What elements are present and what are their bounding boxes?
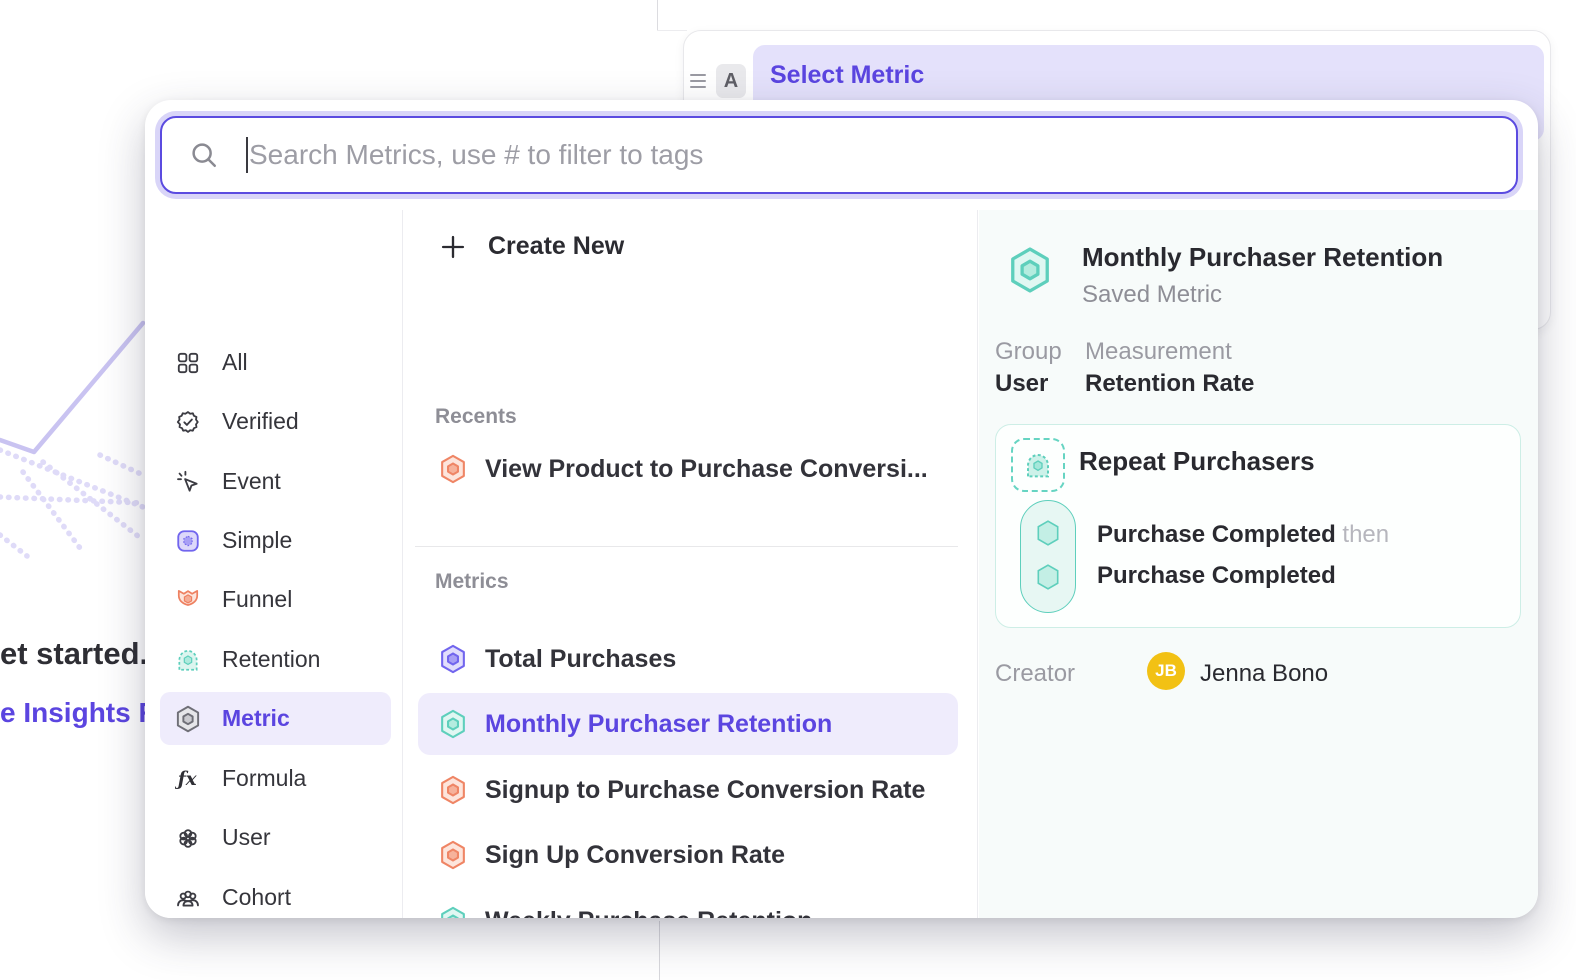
simple-hexagon-icon — [439, 644, 467, 674]
user-cluster-icon — [175, 825, 201, 851]
svg-text:ƒx: ƒx — [175, 768, 198, 789]
sidebar-item-metric[interactable]: Metric — [160, 692, 391, 745]
retention-metric-icon — [175, 647, 201, 673]
recent-item[interactable]: View Product to Purchase Conversi... — [418, 438, 958, 500]
sidebar-item-retention[interactable]: Retention — [160, 633, 391, 686]
group-label: Group — [995, 338, 1062, 366]
saved-metric-icon — [175, 705, 201, 733]
measurement-value: Retention Rate — [1085, 370, 1254, 398]
metric-detail-panel: Monthly Purchaser Retention Saved Metric… — [979, 210, 1538, 918]
metric-row-weekly-purchase-retention[interactable]: Weekly Purchase Retention — [418, 890, 958, 918]
section-divider — [415, 546, 958, 547]
metric-detail-icon — [1008, 246, 1052, 294]
metric-row-sign-up-conversion[interactable]: Sign Up Conversion Rate — [418, 824, 958, 886]
detail-subtitle: Saved Metric — [1082, 281, 1222, 309]
sidebar-item-funnel[interactable]: Funnel — [160, 573, 391, 626]
sidebar-item-simple[interactable]: Simple — [160, 514, 391, 567]
metric-row-label: Weekly Purchase Retention — [485, 907, 812, 919]
search-icon — [189, 140, 219, 170]
search-input[interactable] — [249, 139, 1496, 171]
metric-row-monthly-purchaser-retention[interactable]: Monthly Purchaser Retention — [418, 693, 958, 755]
event-hexagon-icon — [1035, 563, 1061, 591]
recents-heading: Recents — [435, 405, 517, 429]
creator-avatar: JB — [1147, 652, 1185, 690]
behavior-title: Repeat Purchasers — [1079, 446, 1315, 477]
sidebar-item-cohort[interactable]: Cohort — [160, 871, 391, 918]
creator-name: Jenna Bono — [1200, 660, 1328, 688]
sidebar-item-label: Retention — [222, 646, 320, 673]
panel-edge — [657, 30, 687, 31]
metric-row-signup-to-purchase[interactable]: Signup to Purchase Conversion Rate — [418, 759, 958, 821]
sidebar-item-label: Event — [222, 468, 281, 495]
metric-row-label: Monthly Purchaser Retention — [485, 710, 832, 739]
event-hexagon-icon — [1035, 519, 1061, 547]
sidebar-item-event[interactable]: Event — [160, 455, 391, 508]
funnel-hexagon-icon — [439, 454, 467, 484]
funnel-hexagon-icon — [439, 775, 467, 805]
background-heading-partial: et started. — [0, 636, 148, 672]
formula-icon: ƒx — [175, 766, 201, 792]
metric-selector-modal: All Verified — [145, 100, 1538, 918]
sidebar-item-all[interactable]: All — [160, 336, 391, 389]
metric-row-label: Sign Up Conversion Rate — [485, 841, 785, 870]
decorative-scribble — [0, 150, 150, 580]
sidebar-item-label: All — [222, 349, 248, 376]
funnel-metric-icon — [175, 587, 201, 613]
simple-metric-icon — [175, 528, 201, 554]
event-sequence-pill — [1020, 500, 1076, 613]
metric-definition-card: Repeat Purchasers Purchase Completed the… — [995, 424, 1521, 628]
sidebar-item-label: Simple — [222, 527, 292, 554]
definition-step-2: Purchase Completed — [1097, 562, 1336, 590]
metrics-heading: Metrics — [435, 570, 509, 594]
event-cursor-icon — [175, 469, 201, 495]
retention-hexagon-icon — [439, 709, 467, 739]
retention-behavior-icon — [1022, 449, 1054, 481]
group-value: User — [995, 370, 1048, 398]
drag-handle-icon[interactable] — [690, 74, 712, 88]
text-caret — [246, 137, 248, 173]
metric-row-label: Total Purchases — [485, 645, 676, 674]
measurement-label: Measurement — [1085, 338, 1232, 366]
grid-icon — [175, 350, 201, 376]
panel-divider-top — [657, 0, 658, 30]
recent-item-label: View Product to Purchase Conversi... — [485, 455, 928, 484]
definition-step-1: Purchase Completed then — [1097, 521, 1389, 549]
filter-sidebar: All Verified — [145, 210, 403, 918]
verified-badge-icon — [175, 409, 201, 435]
creator-label: Creator — [995, 660, 1075, 688]
detail-title: Monthly Purchaser Retention — [1082, 242, 1443, 273]
search-box[interactable] — [160, 116, 1518, 194]
metric-list-panel: Create New Recents View Product to Purch… — [403, 210, 978, 918]
row-index-badge[interactable]: A — [716, 64, 746, 98]
metric-row-total-purchases[interactable]: Total Purchases — [418, 628, 958, 690]
create-new-button[interactable]: Create New — [439, 232, 624, 261]
funnel-hexagon-icon — [439, 840, 467, 870]
retention-hexagon-icon — [439, 906, 467, 918]
sidebar-item-label: Cohort — [222, 884, 291, 911]
sidebar-item-label: Formula — [222, 765, 306, 792]
create-new-label: Create New — [488, 232, 624, 261]
plus-icon — [439, 233, 467, 261]
sidebar-item-label: User — [222, 824, 271, 851]
sidebar-item-label: Funnel — [222, 586, 292, 613]
sidebar-item-label: Verified — [222, 408, 299, 435]
sidebar-item-formula[interactable]: ƒx Formula — [160, 752, 391, 805]
cohort-people-icon — [175, 885, 201, 911]
definition-step-suffix: then — [1342, 521, 1389, 548]
sidebar-item-verified[interactable]: Verified — [160, 395, 391, 448]
behavior-icon-frame — [1011, 438, 1065, 492]
panel-divider-bottom — [659, 921, 660, 980]
sidebar-item-label: Metric — [222, 705, 290, 732]
metric-row-label: Signup to Purchase Conversion Rate — [485, 776, 925, 805]
sidebar-item-user[interactable]: User — [160, 811, 391, 864]
